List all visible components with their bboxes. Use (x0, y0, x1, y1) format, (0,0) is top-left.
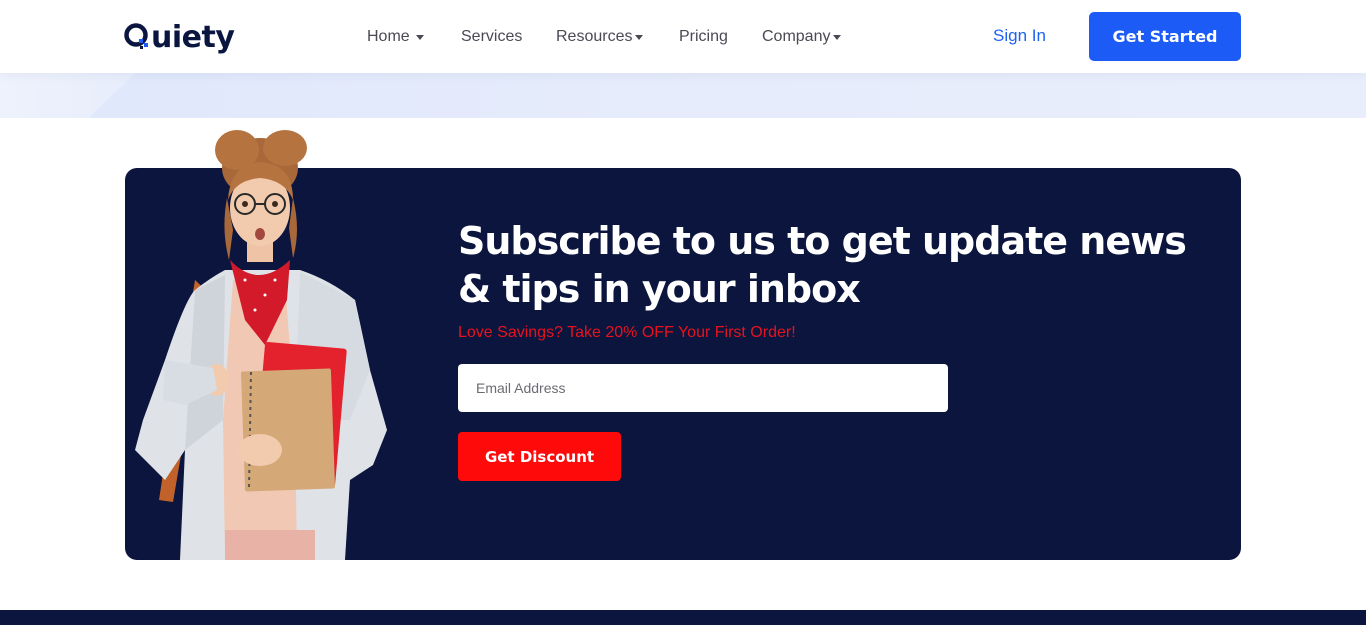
get-discount-button[interactable]: Get Discount (458, 432, 621, 481)
offer-text: Love Savings? Take 20% OFF Your First Or… (458, 324, 796, 341)
nav-label: Services (461, 28, 523, 45)
band-decoration (0, 73, 135, 118)
site-header: uiety Home Services Resources Pricing Co… (0, 0, 1366, 73)
sign-in-link[interactable]: Sign In (993, 26, 1046, 46)
main-nav: Home Services Resources Pricing Company (367, 26, 854, 48)
caret-down-icon (833, 34, 842, 40)
logo-q-icon (124, 23, 148, 49)
caret-down-icon (415, 34, 424, 40)
nav-label: Pricing (679, 28, 728, 45)
get-started-button[interactable]: Get Started (1089, 12, 1241, 61)
logo[interactable]: uiety (124, 18, 235, 56)
nav-item-home[interactable]: Home (367, 28, 461, 46)
nav-label: Resources (556, 28, 633, 45)
logo-text: uiety (151, 19, 235, 55)
student-illustration (135, 130, 387, 560)
footer (0, 610, 1366, 625)
subscribe-headline: Subscribe to us to get update news & tip… (458, 219, 1187, 311)
nav-label: Home (367, 28, 410, 45)
nav-item-resources[interactable]: Resources (556, 28, 679, 46)
nav-item-pricing[interactable]: Pricing (679, 28, 762, 46)
hero-bottom-band (0, 73, 1366, 118)
nav-item-company[interactable]: Company (762, 28, 854, 46)
email-input[interactable] (458, 364, 948, 412)
nav-item-services[interactable]: Services (461, 28, 556, 46)
caret-down-icon (635, 34, 644, 40)
nav-label: Company (762, 28, 831, 45)
